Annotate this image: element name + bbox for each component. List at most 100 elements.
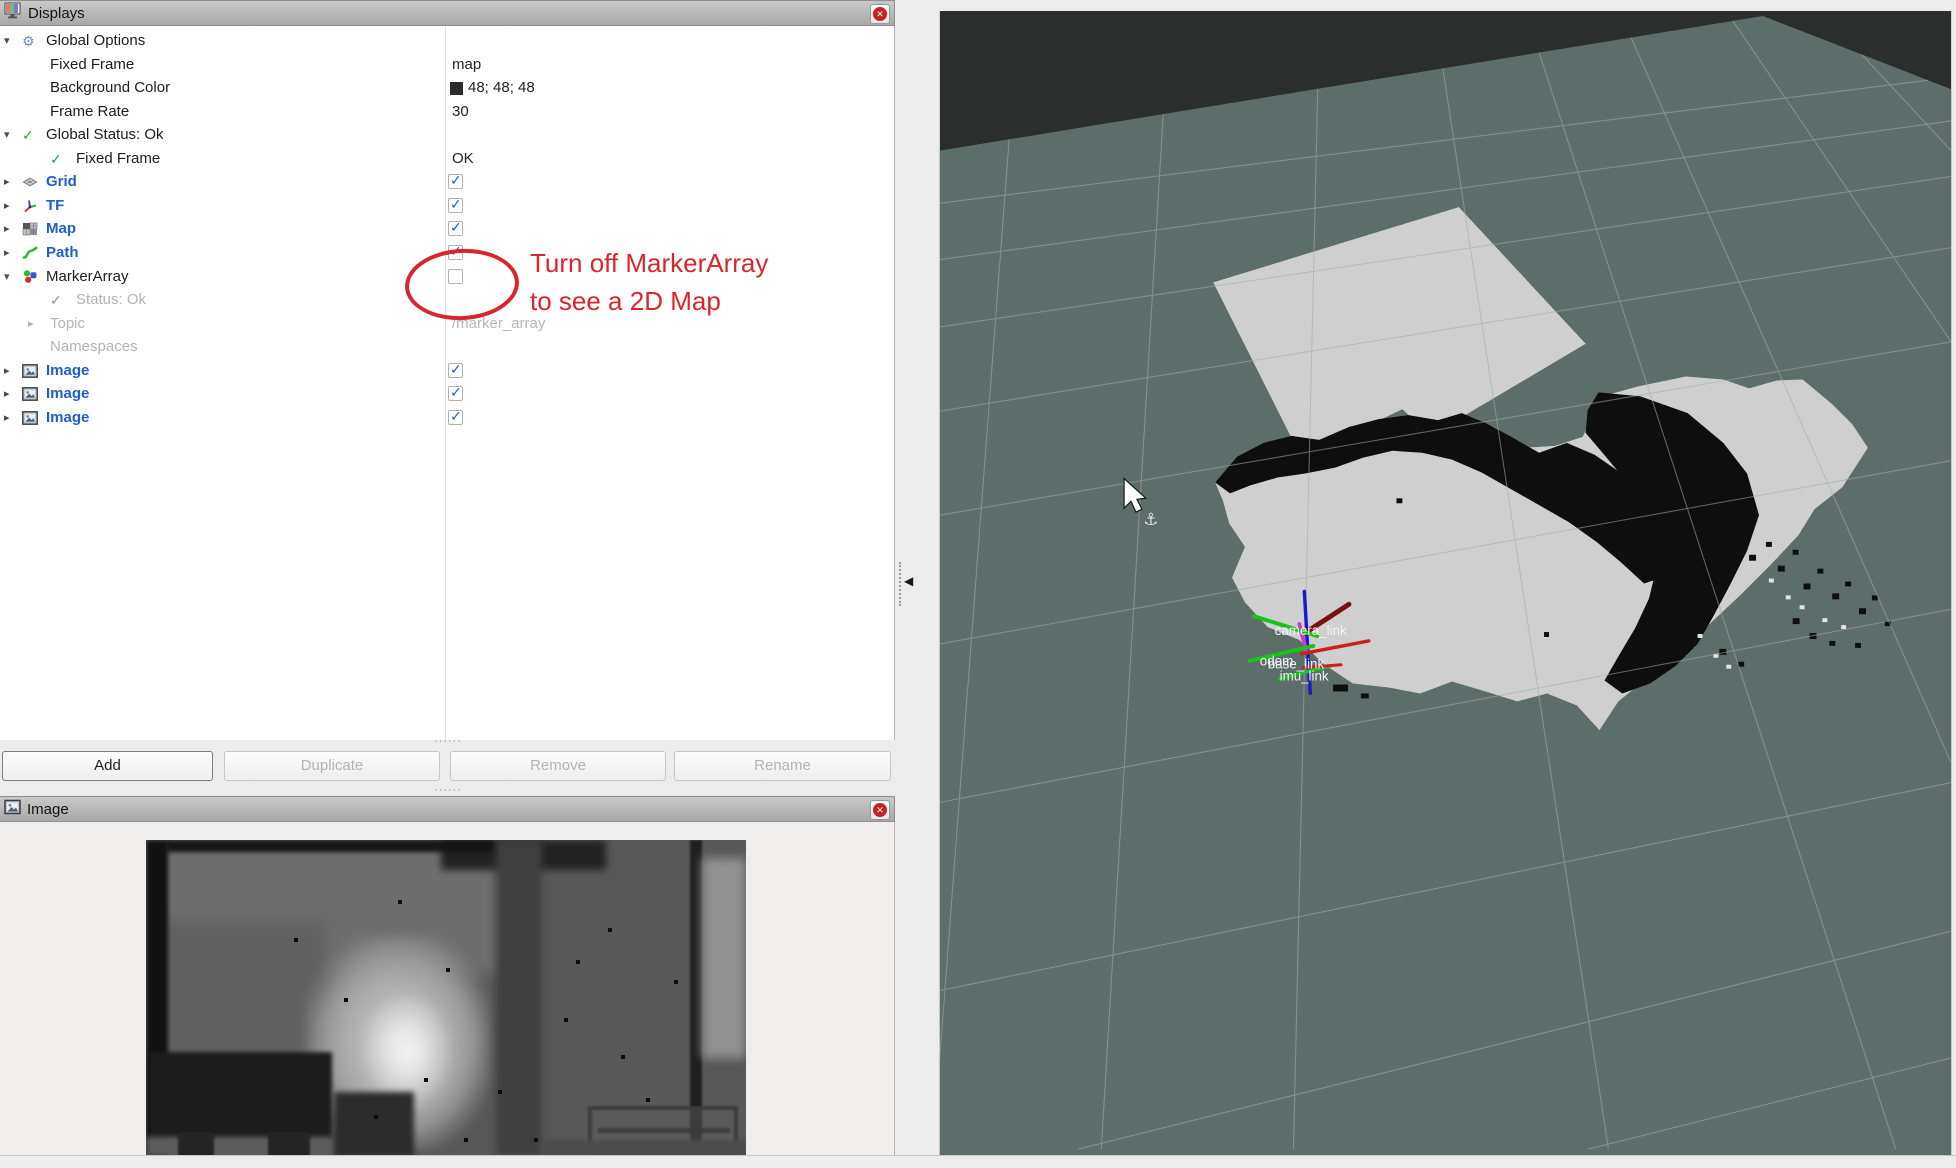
checkbox-check-icon: ✓ <box>450 384 462 401</box>
tree-row-global-status[interactable]: ▾ ✓ Global Status: Ok <box>0 124 893 147</box>
camera-depth-image <box>146 840 746 1157</box>
tree-row-label: MarkerArray <box>46 268 129 285</box>
expander-right-icon[interactable]: ▸ <box>4 246 10 259</box>
rename-button: Rename <box>674 751 891 781</box>
checkbox-check-icon: ✓ <box>450 408 462 425</box>
path-icon <box>22 245 38 265</box>
marker-icon <box>22 269 38 289</box>
tree-row-value[interactable]: 48; 48; 48 <box>468 79 535 96</box>
tree-row-grid[interactable]: ▸ Grid ✓ <box>0 171 893 194</box>
image-panel-header[interactable]: Image ✕ <box>0 796 895 822</box>
checkbox-check-icon: ✓ <box>450 172 462 189</box>
annotation-line-1: Turn off MarkerArray <box>530 244 768 282</box>
tree-row-label: Status: Ok <box>76 291 146 308</box>
tree-row-label: Frame Rate <box>50 103 129 120</box>
close-icon: ✕ <box>873 803 887 817</box>
tree-row-label: Global Options <box>46 32 145 49</box>
displays-tree: ▾ ⚙ Global Options Fixed Frame map Background… <box>0 26 895 740</box>
tree-row-label: Grid <box>46 173 77 190</box>
tree-row-fixed-frame[interactable]: Fixed Frame map <box>0 54 893 77</box>
tree-row-label: Fixed Frame <box>76 150 160 167</box>
expander-right-icon[interactable]: ▸ <box>4 175 10 188</box>
window-bottom-strip <box>0 1155 1956 1168</box>
expander-right-icon[interactable]: ▸ <box>28 317 34 330</box>
image-2-enabled-checkbox[interactable]: ✓ <box>448 386 463 401</box>
displays-close-button[interactable]: ✕ <box>870 4 890 24</box>
tf-label-camera-link: camera_link <box>1275 623 1347 638</box>
focal-point-icon: ⚓ <box>1143 510 1158 529</box>
map-icon <box>22 221 38 241</box>
tree-row-label: Fixed Frame <box>50 56 134 73</box>
tree-row-background-color[interactable]: Background Color 48; 48; 48 <box>0 77 893 100</box>
tree-row-label: Global Status: Ok <box>46 126 164 143</box>
tree-row-map[interactable]: ▸ Map ✓ <box>0 218 893 241</box>
expander-down-icon[interactable]: ▾ <box>4 270 10 283</box>
image-3-enabled-checkbox[interactable]: ✓ <box>448 410 463 425</box>
expander-right-icon[interactable]: ▸ <box>4 364 10 377</box>
tree-row-image-1[interactable]: ▸ Image ✓ <box>0 360 893 383</box>
close-icon: ✕ <box>873 7 887 21</box>
map-enabled-checkbox[interactable]: ✓ <box>448 221 463 236</box>
annotation-line-2: to see a 2D Map <box>530 282 768 320</box>
tree-row-image-3[interactable]: ▸ Image ✓ <box>0 407 893 430</box>
splitter-dots[interactable]: ······ <box>418 784 478 796</box>
annotation-text: Turn off MarkerArray to see a 2D Map <box>530 244 768 320</box>
expander-right-icon[interactable]: ▸ <box>4 411 10 424</box>
depth-noise <box>146 840 150 844</box>
check-icon: ✓ <box>22 127 34 144</box>
tree-row-frame-rate[interactable]: Frame Rate 30 <box>0 101 893 124</box>
tree-row-label: Image <box>46 362 89 379</box>
rviz-window: Displays ✕ ▾ ⚙ Global Options Fixed Frame ma… <box>0 0 1956 1168</box>
image-close-button[interactable]: ✕ <box>870 800 890 820</box>
expander-down-icon[interactable]: ▾ <box>4 34 10 47</box>
tree-row-label: Image <box>46 409 89 426</box>
duplicate-button: Duplicate <box>224 751 440 781</box>
tree-row-fixed-frame-status[interactable]: ✓ Fixed Frame OK <box>0 148 893 171</box>
image-icon <box>22 363 38 383</box>
check-icon: ✓ <box>50 151 62 168</box>
tree-row-label: Image <box>46 385 89 402</box>
tree-row-global-options[interactable]: ▾ ⚙ Global Options <box>0 30 893 53</box>
check-gray-icon: ✓ <box>50 292 62 309</box>
tree-row-label: Topic <box>50 315 85 332</box>
tf-label-imu-link: imu_link <box>1280 669 1329 684</box>
grid-icon <box>22 174 38 194</box>
displays-panel-title: Displays <box>28 5 85 22</box>
tree-row-label: TF <box>46 197 64 214</box>
checkbox-check-icon: ✓ <box>450 219 462 236</box>
tree-row-image-2[interactable]: ▸ Image ✓ <box>0 383 893 406</box>
expander-right-icon[interactable]: ▸ <box>4 387 10 400</box>
tree-row-tf[interactable]: ▸ TF ✓ <box>0 195 893 218</box>
checkbox-check-icon: ✓ <box>450 196 462 213</box>
image-panel-title: Image <box>27 801 69 818</box>
displays-panel-header[interactable]: Displays ✕ <box>0 0 895 26</box>
tf-enabled-checkbox[interactable]: ✓ <box>448 198 463 213</box>
tree-row-label: Namespaces <box>50 338 138 355</box>
tree-row-value[interactable]: map <box>452 56 481 73</box>
expander-right-icon[interactable]: ▸ <box>4 222 10 235</box>
grid-enabled-checkbox[interactable]: ✓ <box>448 174 463 189</box>
displays-panel-icon <box>4 2 22 24</box>
3d-viewport[interactable]: camera_link odom base_link imu_link ⚓ <box>935 11 1956 1155</box>
tree-row-label: Path <box>46 244 79 261</box>
image-icon <box>22 386 38 406</box>
tree-row-value[interactable]: OK <box>452 150 474 167</box>
add-button[interactable]: Add <box>2 751 213 781</box>
image-panel-icon <box>4 799 21 820</box>
checkbox-check-icon: ✓ <box>450 361 462 378</box>
splitter-collapse-icon: ◀ <box>904 574 913 588</box>
tree-row-label: Background Color <box>50 79 170 96</box>
panel-splitter[interactable]: ◀ <box>897 560 921 608</box>
expander-down-icon[interactable]: ▾ <box>4 128 10 141</box>
image-1-enabled-checkbox[interactable]: ✓ <box>448 363 463 378</box>
expander-right-icon[interactable]: ▸ <box>4 199 10 212</box>
color-swatch <box>450 82 463 95</box>
remove-button: Remove <box>450 751 666 781</box>
tree-row-value[interactable]: 30 <box>452 103 469 120</box>
tree-row-label: Map <box>46 220 76 237</box>
tree-row-marker-namespaces[interactable]: Namespaces <box>0 336 893 359</box>
image-icon <box>22 410 38 430</box>
gear-icon: ⚙ <box>22 33 35 50</box>
splitter-dots[interactable]: ······ <box>418 735 478 747</box>
splitter-handle-dots <box>899 562 901 606</box>
